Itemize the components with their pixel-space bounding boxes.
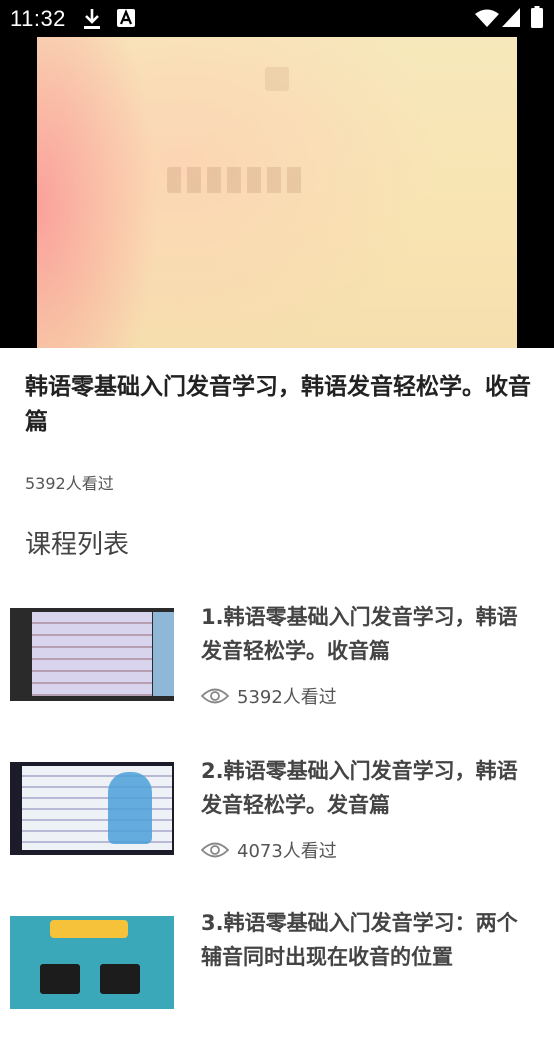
signal-icon: [502, 8, 520, 27]
lesson-title: 3.韩语零基础入门发音学习：两个辅音同时出现在收音的位置: [201, 911, 518, 969]
status-bar: 11:32: [0, 0, 554, 37]
download-icon: [84, 9, 100, 29]
lesson-views: 5392人看过: [237, 687, 337, 708]
a-notification-icon: [117, 9, 135, 27]
course-viewers: 5392人看过: [25, 474, 114, 493]
eye-icon: [201, 688, 229, 704]
wifi-icon: [475, 9, 499, 27]
lesson-meta: 4073人看过: [201, 837, 337, 863]
lesson-item-2[interactable]: 2.韩语零基础入门发音学习，韩语发音轻松学。发音篇 4073人看过: [0, 754, 554, 904]
eye-icon: [201, 842, 229, 858]
lesson-thumbnail: [10, 916, 174, 1009]
video-player[interactable]: [0, 37, 554, 348]
video-blur-text: [167, 167, 307, 193]
lesson-thumbnail: [10, 762, 174, 855]
lesson-thumbnail: [10, 608, 174, 701]
lesson-title: 1.韩语零基础入门发音学习，韩语发音轻松学。收音篇: [201, 605, 518, 663]
section-title: 课程列表: [25, 530, 130, 560]
lesson-item-1[interactable]: 1.韩语零基础入门发音学习，韩语发音轻松学。收音篇 5392人看过: [0, 600, 554, 750]
lesson-views: 4073人看过: [237, 841, 337, 862]
video-frame: [37, 37, 517, 348]
lesson-meta: 5392人看过: [201, 683, 337, 709]
lesson-item-3[interactable]: 3.韩语零基础入门发音学习：两个辅音同时出现在收音的位置: [0, 906, 554, 1056]
course-title: 韩语零基础入门发音学习，韩语发音轻松学。收音篇: [25, 374, 531, 435]
video-blur-mark: [265, 67, 289, 91]
battery-icon: [531, 6, 543, 28]
status-time: 11:32: [10, 6, 66, 31]
lesson-title: 2.韩语零基础入门发音学习，韩语发音轻松学。发音篇: [201, 759, 518, 817]
